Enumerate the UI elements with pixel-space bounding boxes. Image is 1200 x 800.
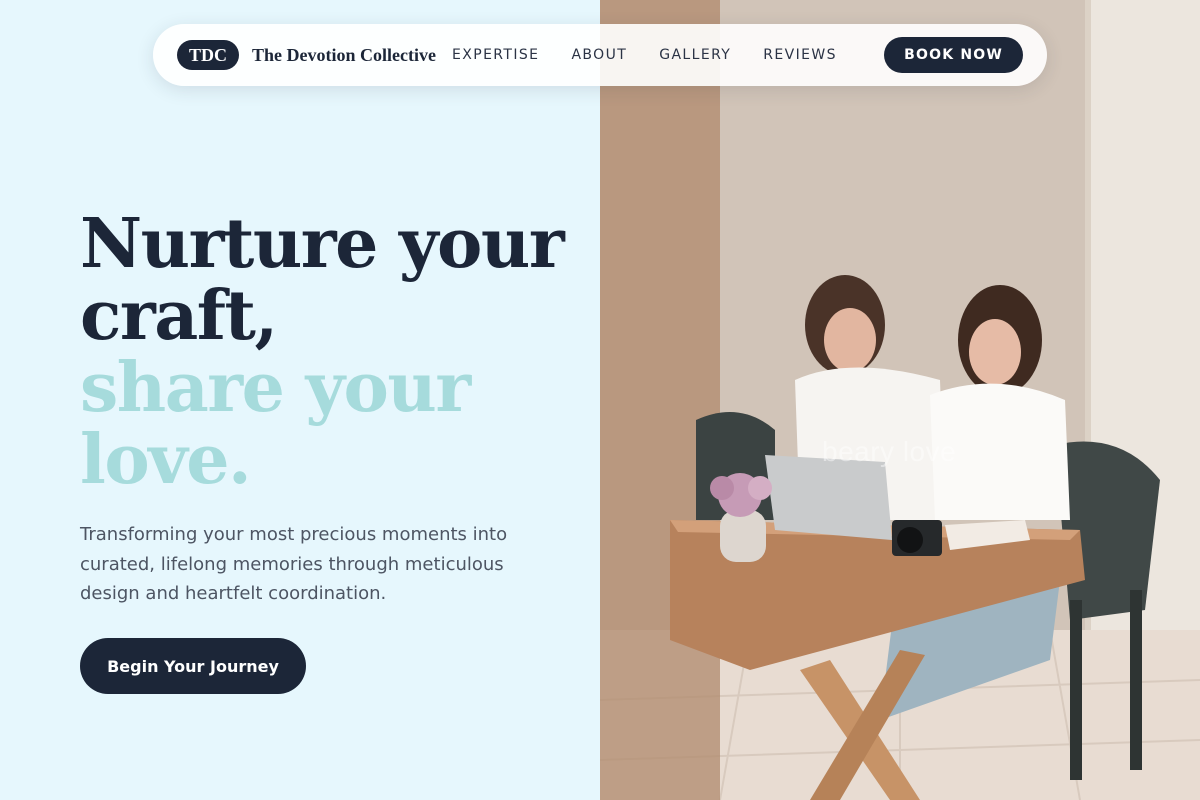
logo-badge[interactable]: TDC bbox=[177, 40, 240, 70]
hero-subtext: Transforming your most precious moments … bbox=[80, 524, 508, 604]
book-now-button[interactable]: BOOK NOW bbox=[884, 37, 1023, 73]
nav-link-about[interactable]: ABOUT bbox=[571, 47, 627, 63]
nav-link-gallery[interactable]: GALLERY bbox=[659, 47, 731, 63]
nav-link-reviews[interactable]: REVIEWS bbox=[763, 47, 837, 63]
nav-links: EXPERTISE ABOUT GALLERY REVIEWS bbox=[452, 47, 837, 63]
headline-line-2: craft, bbox=[80, 276, 278, 356]
logo-text[interactable]: The Devotion Collective bbox=[252, 45, 436, 66]
photo-watermark: beary love bbox=[822, 436, 957, 467]
hero-photo: beary love bbox=[600, 0, 1200, 800]
hero-section: Nurture your craft, share your love. Tra… bbox=[80, 208, 580, 609]
top-nav: TDC The Devotion Collective EXPERTISE AB… bbox=[153, 24, 1047, 86]
begin-journey-button[interactable]: Begin Your Journey bbox=[80, 638, 306, 694]
hero-photo-illustration bbox=[600, 0, 1200, 800]
hero-headline: Nurture your craft, share your love. bbox=[80, 208, 580, 496]
headline-line-4: love. bbox=[80, 420, 252, 500]
headline-line-1: Nurture your bbox=[80, 204, 565, 284]
headline-line-3: share your bbox=[80, 348, 471, 428]
nav-link-expertise[interactable]: EXPERTISE bbox=[452, 47, 539, 63]
